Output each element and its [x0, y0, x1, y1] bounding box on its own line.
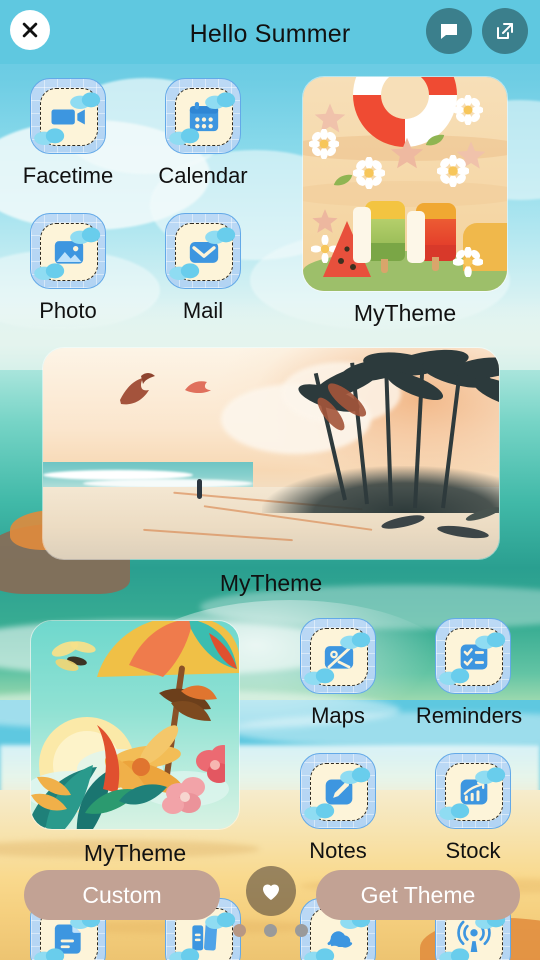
bird-icon	[120, 373, 155, 405]
starfish-icon	[390, 137, 424, 169]
theme-preview-wallpaper[interactable]	[42, 347, 500, 560]
page-dot-2[interactable]	[263, 924, 277, 937]
app-label-calendar: Calendar	[158, 163, 248, 188]
cloud-decoration-icon	[340, 767, 371, 784]
popsicle-stick	[432, 257, 439, 271]
app-label-maps: Maps	[311, 703, 365, 728]
popsicle-icon	[365, 201, 405, 261]
page-dot-3[interactable]	[294, 924, 308, 937]
cloud-decoration-icon	[70, 92, 101, 109]
app-icon-reminders[interactable]	[435, 618, 511, 694]
ice-cream-cup	[407, 211, 425, 263]
get-theme-button-label: Get Theme	[360, 881, 476, 908]
cloud-decoration-icon	[205, 227, 236, 244]
page-dot-1[interactable]	[232, 924, 246, 937]
app-icon-notes[interactable]	[300, 753, 376, 829]
app-icon-facetime[interactable]	[30, 78, 106, 154]
page-indicator	[0, 924, 540, 937]
get-theme-button[interactable]: Get Theme	[316, 870, 520, 920]
bird-icon	[185, 381, 211, 393]
leaf-icon	[333, 174, 353, 186]
wallpaper-preview-person	[197, 478, 202, 499]
daisy-icon	[453, 247, 483, 277]
theme-preview-content: Facetime Calendar Photo Mail MyTheme MyT…	[0, 0, 540, 960]
top-actions	[426, 8, 528, 54]
daisy-icon	[437, 155, 469, 187]
app-label-mail: Mail	[182, 298, 224, 323]
app-label-photo: Photo	[39, 298, 97, 323]
app-icon-photo[interactable]	[30, 213, 106, 289]
cloud-decoration-icon	[304, 668, 335, 685]
palm-fronds	[298, 349, 499, 431]
cloud-decoration-icon	[70, 227, 101, 244]
app-label-reminders: Reminders	[415, 703, 523, 728]
theme-label-icons: MyTheme	[353, 300, 457, 326]
popsicle-stick	[381, 259, 388, 273]
theme-preview-icons[interactable]	[302, 76, 508, 292]
heart-icon	[263, 884, 279, 900]
chat-bubble-icon	[441, 24, 457, 39]
cloud-decoration-icon	[169, 128, 200, 145]
cloud-decoration-icon	[475, 632, 506, 649]
cloud-decoration-icon	[439, 668, 470, 685]
theme-preview-widget[interactable]	[30, 620, 240, 830]
cloud-decoration-icon	[475, 767, 506, 784]
dragonfly-icon	[51, 641, 96, 672]
app-icon-maps[interactable]	[300, 618, 376, 694]
app-icon-calendar[interactable]	[165, 78, 241, 154]
tropical-flowers	[85, 685, 225, 814]
external-link-icon	[497, 23, 513, 39]
daisy-icon	[353, 157, 385, 189]
cloud-decoration-icon	[34, 263, 65, 280]
custom-button-label: Custom	[82, 881, 162, 908]
app-icon-mail[interactable]	[165, 213, 241, 289]
theme-label-wallpaper: MyTheme	[219, 570, 323, 596]
cloud-decoration-icon	[304, 803, 335, 820]
driftwood	[381, 507, 499, 539]
top-bar: Hello Summer	[0, 0, 540, 64]
favorite-button[interactable]	[246, 866, 296, 916]
chat-button[interactable]	[426, 8, 472, 54]
cloud-decoration-icon	[34, 128, 65, 145]
leaf-icon	[425, 134, 445, 146]
cloud-decoration-icon	[169, 263, 200, 280]
ice-cream-cup	[353, 207, 371, 263]
cloud-decoration-icon	[439, 803, 470, 820]
app-label-facetime: Facetime	[22, 163, 114, 188]
share-button[interactable]	[482, 8, 528, 54]
cloud-decoration-icon	[340, 632, 371, 649]
bottom-action-bar: Custom Get Theme	[0, 840, 540, 960]
cloud-decoration-icon	[205, 92, 236, 109]
daisy-icon	[453, 95, 483, 125]
custom-button[interactable]: Custom	[24, 870, 220, 920]
app-icon-stock[interactable]	[435, 753, 511, 829]
daisy-icon	[309, 129, 339, 159]
